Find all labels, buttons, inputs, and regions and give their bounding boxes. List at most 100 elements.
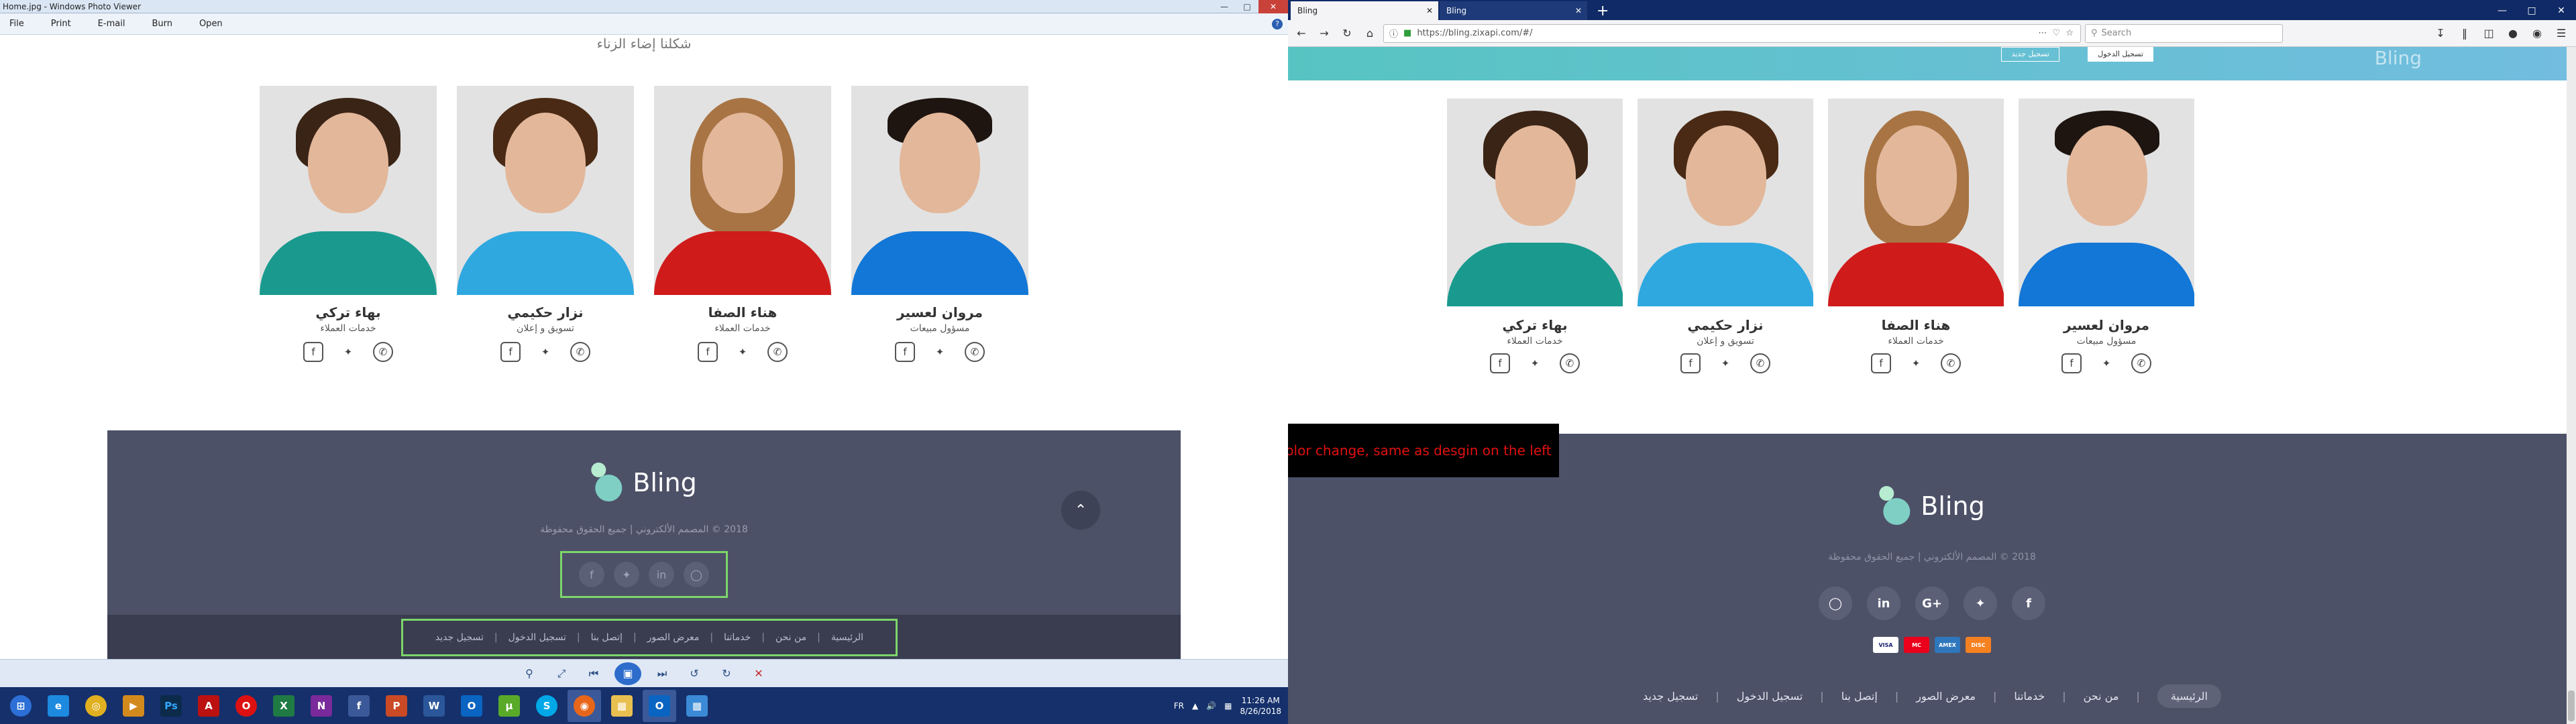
twitter-icon[interactable]: ✦ bbox=[930, 342, 950, 362]
address-bar[interactable]: ⓘ ■ https://bling.zixapi.com/#/ ⋯ ♡ ☆ bbox=[1383, 23, 2081, 43]
google-plus-icon[interactable]: G+ bbox=[1915, 587, 1949, 620]
utorrent-icon[interactable]: μ bbox=[492, 690, 526, 722]
menu-email[interactable]: E-mail bbox=[98, 19, 125, 29]
photo-viewer-icon[interactable]: ▦ bbox=[680, 690, 714, 722]
page-actions-icon[interactable]: ⋯ ♡ ☆ bbox=[2038, 28, 2075, 38]
acrobat-icon[interactable]: A bbox=[192, 690, 225, 722]
zoom-icon[interactable]: ⚲ bbox=[518, 664, 541, 683]
facebook-icon[interactable]: f bbox=[2012, 587, 2045, 620]
twitter-icon[interactable]: ✦ bbox=[338, 342, 358, 362]
outlook-icon[interactable]: O bbox=[455, 690, 488, 722]
menu-file[interactable]: File bbox=[9, 19, 24, 29]
facebook-icon[interactable]: f bbox=[500, 342, 521, 362]
close-tab-icon[interactable]: ✕ bbox=[1426, 6, 1433, 15]
next-icon[interactable]: ⏭ bbox=[651, 664, 674, 683]
nav-about[interactable]: من نحن bbox=[775, 632, 806, 643]
login-button[interactable]: تسجيل الدخول bbox=[2088, 47, 2153, 62]
facebook-icon[interactable]: f bbox=[1490, 353, 1510, 373]
delete-icon[interactable]: ✕ bbox=[747, 664, 770, 683]
opera-icon[interactable]: O bbox=[229, 690, 263, 722]
sidebar-icon[interactable]: ◫ bbox=[2479, 24, 2498, 43]
rotate-left-icon[interactable]: ↺ bbox=[683, 664, 706, 683]
outlook-active-icon[interactable]: O bbox=[643, 689, 676, 722]
clock[interactable]: 11:26 AM 8/26/2018 bbox=[1240, 695, 1281, 717]
linkedin-icon[interactable]: in bbox=[649, 562, 674, 587]
rotate-right-icon[interactable]: ↻ bbox=[715, 664, 738, 683]
twitter-icon[interactable]: ✦ bbox=[1525, 353, 1545, 373]
help-icon[interactable]: ? bbox=[1272, 18, 1283, 29]
close-button[interactable]: ✕ bbox=[2546, 1, 2576, 20]
instagram-icon[interactable]: ◯ bbox=[1819, 587, 1852, 620]
nav-home[interactable]: الرئيسية bbox=[2157, 684, 2221, 708]
forward-icon[interactable]: → bbox=[1315, 24, 1334, 43]
whatsapp-icon[interactable]: ✆ bbox=[1941, 353, 1961, 373]
nav-login[interactable]: تسجيل الدخول bbox=[1737, 690, 1803, 703]
start-button[interactable]: ⊞ bbox=[4, 690, 38, 722]
media-player-icon[interactable]: ▶ bbox=[117, 690, 150, 722]
chrome-icon[interactable]: ◎ bbox=[79, 690, 113, 722]
nav-login[interactable]: تسجيل الدخول bbox=[508, 632, 566, 643]
linkedin-icon[interactable]: in bbox=[1867, 587, 1900, 620]
menu-print[interactable]: Print bbox=[51, 19, 71, 29]
twitter-icon[interactable]: ✦ bbox=[1715, 353, 1735, 373]
instagram-icon[interactable]: ◯ bbox=[684, 562, 709, 587]
info-icon[interactable]: ⓘ bbox=[1389, 27, 1398, 40]
twitter-icon[interactable]: ✦ bbox=[733, 342, 753, 362]
excel-icon[interactable]: X bbox=[267, 690, 301, 722]
powerpoint-icon[interactable]: P bbox=[380, 690, 413, 722]
back-icon[interactable]: ← bbox=[1292, 24, 1311, 43]
vertical-scrollbar[interactable] bbox=[2567, 47, 2576, 724]
nav-gallery[interactable]: معرض الصور bbox=[647, 632, 700, 643]
facebook-icon[interactable]: f bbox=[303, 342, 323, 362]
nav-about[interactable]: من نحن bbox=[2084, 690, 2119, 703]
nav-contact[interactable]: إتصل بنا bbox=[591, 632, 623, 643]
home-icon[interactable]: ⌂ bbox=[1360, 24, 1379, 43]
ie-icon[interactable]: e bbox=[42, 690, 75, 722]
facebook-icon[interactable]: f bbox=[1871, 353, 1891, 373]
minimize-button[interactable]: — bbox=[1213, 0, 1236, 13]
nav-register[interactable]: تسجيل جديد bbox=[1643, 690, 1698, 703]
maximize-button[interactable]: □ bbox=[1236, 0, 1258, 13]
nav-services[interactable]: خدماتنا bbox=[2014, 690, 2045, 703]
nav-gallery[interactable]: معرض الصور bbox=[1916, 690, 1976, 703]
tab-bling-1[interactable]: Bling ✕ bbox=[1291, 1, 1438, 20]
library-icon[interactable]: ‖ bbox=[2455, 24, 2474, 43]
minimize-button[interactable]: — bbox=[2487, 1, 2517, 20]
whatsapp-icon[interactable]: ✆ bbox=[570, 342, 590, 362]
slideshow-button[interactable]: ▣ bbox=[614, 662, 641, 685]
twitter-icon[interactable]: ✦ bbox=[1906, 353, 1926, 373]
facebook-icon[interactable]: f bbox=[698, 342, 718, 362]
extension2-icon[interactable]: ◉ bbox=[2528, 24, 2546, 43]
twitter-icon[interactable]: ✦ bbox=[2096, 353, 2116, 373]
explorer-icon[interactable]: ▩ bbox=[605, 690, 639, 722]
firefox-icon[interactable]: ◉ bbox=[568, 689, 601, 722]
extension-icon[interactable]: ● bbox=[2504, 24, 2522, 43]
menu-open[interactable]: Open bbox=[199, 19, 223, 29]
scrollbar-thumb[interactable] bbox=[2568, 690, 2575, 721]
close-button[interactable]: ✕ bbox=[1258, 0, 1288, 13]
twitter-icon[interactable]: ✦ bbox=[614, 562, 639, 587]
menu-burn[interactable]: Burn bbox=[152, 19, 172, 29]
whatsapp-icon[interactable]: ✆ bbox=[2131, 353, 2151, 373]
nav-contact[interactable]: إتصل بنا bbox=[1841, 690, 1878, 703]
onenote-icon[interactable]: N bbox=[305, 690, 338, 722]
network-icon[interactable]: ▦ bbox=[1224, 701, 1232, 711]
facebook-icon[interactable]: f bbox=[2061, 353, 2082, 373]
actual-size-icon[interactable]: ⤢ bbox=[550, 664, 573, 683]
volume-icon[interactable]: 🔊 bbox=[1206, 701, 1216, 711]
previous-icon[interactable]: ⏮ bbox=[582, 664, 605, 683]
whatsapp-icon[interactable]: ✆ bbox=[373, 342, 393, 362]
download-icon[interactable]: ↧ bbox=[2431, 24, 2450, 43]
language-indicator[interactable]: FR bbox=[1174, 701, 1184, 711]
whatsapp-icon[interactable]: ✆ bbox=[1750, 353, 1770, 373]
nav-services[interactable]: خدماتنا bbox=[724, 632, 751, 643]
facebook-icon[interactable]: f bbox=[579, 562, 604, 587]
reload-icon[interactable]: ↻ bbox=[1338, 24, 1356, 43]
facebook-icon[interactable]: f bbox=[1680, 353, 1701, 373]
close-tab-icon[interactable]: ✕ bbox=[1575, 6, 1582, 15]
whatsapp-icon[interactable]: ✆ bbox=[965, 342, 985, 362]
photoshop-icon[interactable]: Ps bbox=[154, 690, 188, 722]
register-button[interactable]: تسجيل جديد bbox=[2001, 47, 2059, 62]
tab-bling-2[interactable]: Bling ✕ bbox=[1440, 1, 1587, 20]
new-tab-button[interactable]: + bbox=[1589, 1, 1617, 20]
